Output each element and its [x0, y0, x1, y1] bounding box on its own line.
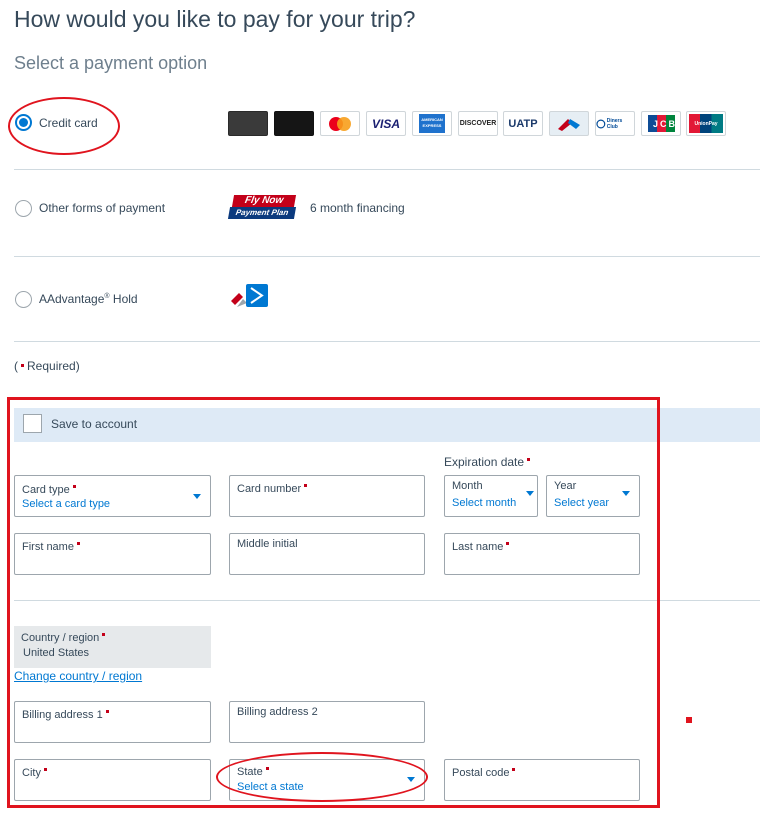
annotation-box-form [7, 397, 660, 808]
mastercard-logo [320, 111, 360, 136]
amex-logo: AMERICAN EXPRESS [412, 111, 452, 136]
divider [14, 169, 760, 170]
other-payment-radio[interactable] [15, 200, 32, 217]
page-subtitle: Select a payment option [14, 53, 208, 73]
annotation-ellipse-credit-card [8, 97, 120, 155]
unionpay-logo: UnionPay [686, 111, 726, 136]
option-other-payment[interactable]: Other forms of payment [14, 197, 214, 219]
page-title: How would you like to pay for your trip? [14, 6, 416, 32]
black-card-2-logo [274, 111, 314, 136]
financing-text: 6 month financing [310, 201, 405, 215]
annotation-dot [686, 717, 692, 723]
option-aadvantage-hold[interactable]: AAdvantage® Hold [14, 288, 214, 310]
discover-logo: DISCOVER [458, 111, 498, 136]
aadvantage-hold-label: AAdvantage® Hold [39, 292, 138, 306]
visa-logo: VISA [366, 111, 406, 136]
other-payment-label: Other forms of payment [39, 201, 166, 215]
required-note: (Required) [14, 359, 80, 373]
jcb-logo: JCB [641, 111, 681, 136]
divider [14, 341, 760, 342]
diners-club-logo: Diners Club [595, 111, 635, 136]
annotation-ellipse-state [216, 752, 428, 802]
aadvantage-hold-radio[interactable] [15, 291, 32, 308]
uatp-logo: UATP [503, 111, 543, 136]
divider [14, 256, 760, 257]
black-card-logo [228, 111, 268, 136]
aa-card-logo [549, 111, 589, 136]
aadvantage-logo [229, 283, 269, 308]
fly-now-logo: Fly Now Payment Plan [227, 195, 297, 221]
